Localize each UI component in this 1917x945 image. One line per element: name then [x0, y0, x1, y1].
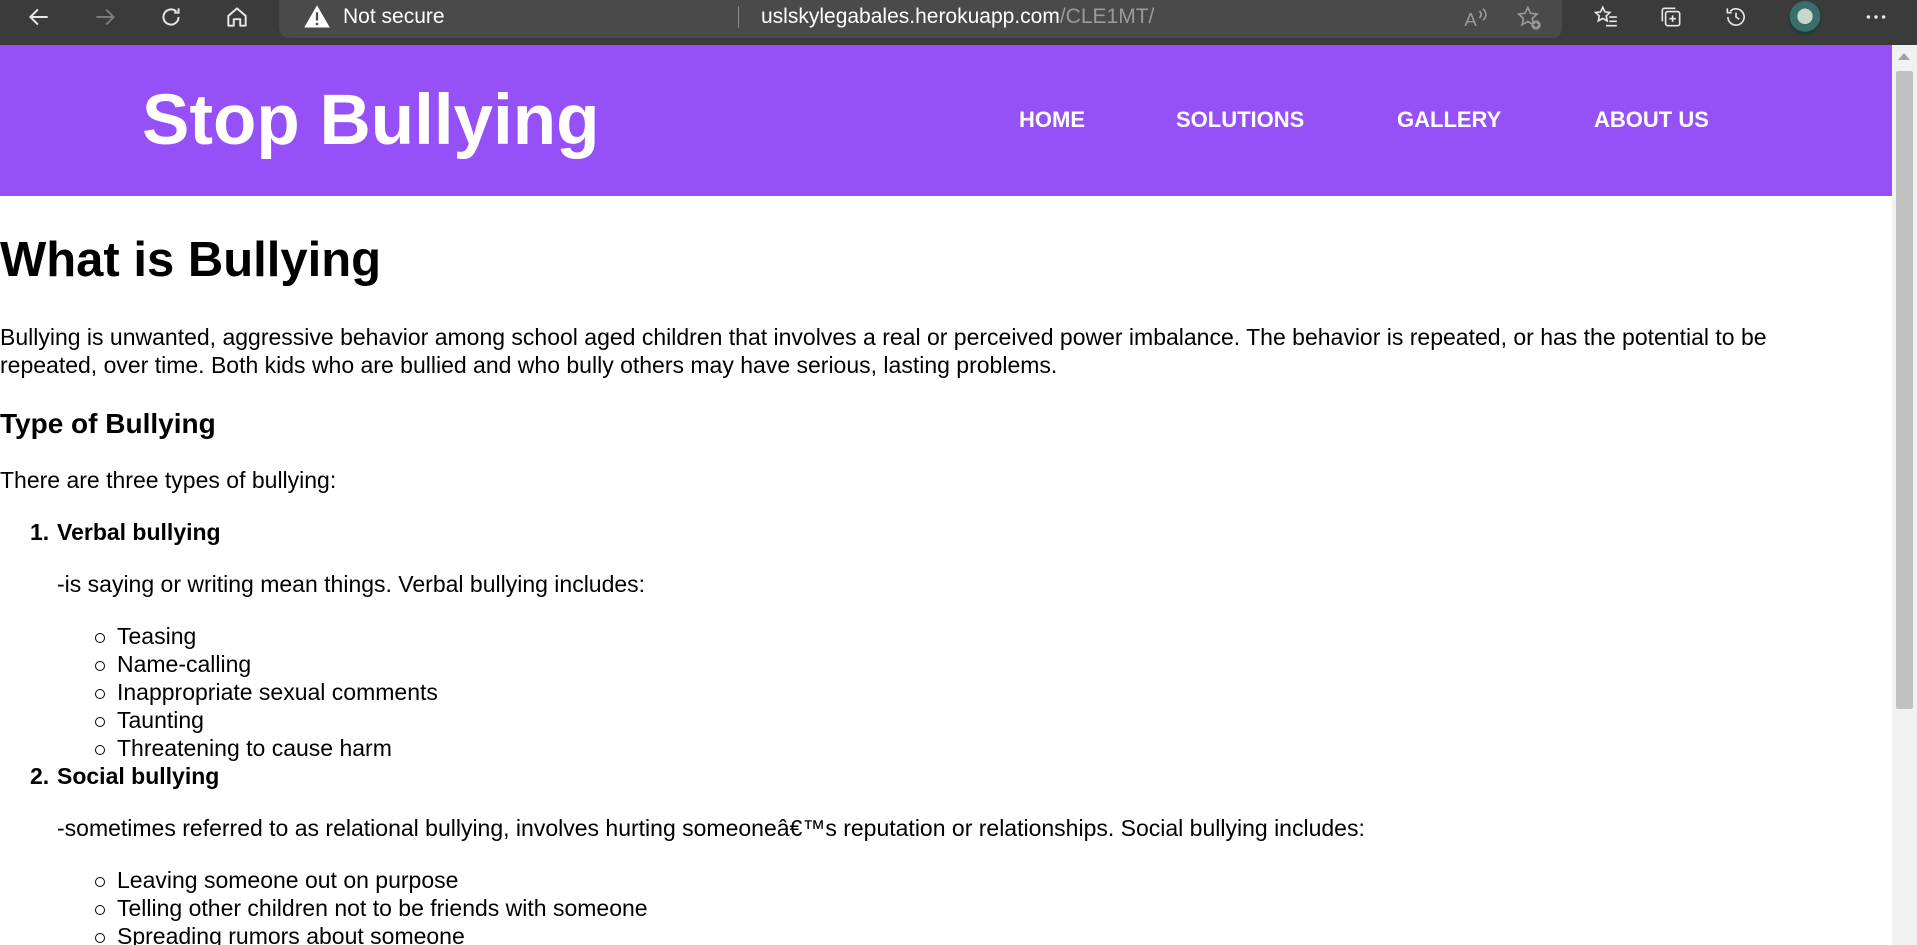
favorites-button[interactable] [1578, 0, 1634, 34]
list-bullet [95, 905, 105, 915]
list-item: Name-calling [117, 651, 252, 677]
intro-line-1: Bullying is unwanted, aggressive behavio… [0, 324, 1767, 350]
add-favorite-icon[interactable] [1515, 4, 1543, 32]
settings-menu-button[interactable] [1848, 0, 1904, 34]
list-bullet [95, 745, 105, 755]
more-dots-icon [1866, 15, 1886, 19]
back-button[interactable] [11, 0, 67, 34]
list-bullet [95, 877, 105, 887]
read-aloud-icon[interactable]: A [1462, 4, 1490, 32]
address-bar[interactable]: Not secure uslskylegabales.herokuapp.com… [279, 0, 1562, 38]
list-item: Teasing [117, 623, 197, 649]
site-header: Stop Bullying HOME SOLUTIONS GALLERY ABO… [0, 45, 1892, 196]
warning-icon [304, 5, 330, 28]
list-bullet [95, 717, 105, 727]
security-label[interactable]: Not secure [343, 4, 445, 30]
list-item: Taunting [117, 707, 204, 733]
home-icon [227, 7, 247, 27]
forward-button[interactable] [77, 0, 133, 34]
home-button[interactable] [209, 0, 265, 34]
type-2-name: Social bullying [57, 763, 220, 789]
list-bullet [95, 633, 105, 643]
vertical-scrollbar[interactable] [1892, 45, 1917, 945]
forward-arrow-icon [96, 8, 116, 26]
list-item: Spreading rumors about someone [117, 923, 465, 945]
address-divider [738, 6, 739, 28]
types-intro: There are three types of bullying: [0, 467, 337, 493]
nav-about-us-link[interactable]: ABOUT US [1594, 107, 1709, 133]
collections-button[interactable] [1643, 0, 1699, 34]
scroll-up-arrow-icon[interactable] [1898, 53, 1910, 60]
site-brand[interactable]: Stop Bullying [142, 81, 600, 161]
back-arrow-icon [28, 8, 48, 26]
browser-toolbar: Not secure uslskylegabales.herokuapp.com… [0, 0, 1917, 45]
list-item: Inappropriate sexual comments [117, 679, 438, 705]
intro-line-2: repeated, over time. Both kids who are b… [0, 352, 1058, 378]
history-icon [1726, 8, 1745, 26]
list-bullet [95, 661, 105, 671]
page-viewport: Stop Bullying HOME SOLUTIONS GALLERY ABO… [0, 45, 1892, 945]
refresh-icon [162, 8, 180, 26]
scrollbar-thumb[interactable] [1896, 71, 1913, 709]
nav-solutions-link[interactable]: SOLUTIONS [1176, 107, 1304, 133]
url-path: /CLE1MT/ [1059, 5, 1155, 28]
nav-gallery-link[interactable]: GALLERY [1397, 107, 1501, 133]
types-heading: Type of Bullying [0, 408, 216, 439]
profile-avatar[interactable] [1788, 1, 1822, 35]
svg-text:A: A [1464, 9, 1477, 30]
history-button[interactable] [1708, 0, 1764, 34]
collections-icon [1661, 7, 1681, 27]
nav-home-link[interactable]: HOME [1019, 107, 1085, 133]
type-2-description: -sometimes referred to as relational bul… [57, 815, 1365, 841]
list-item: Threatening to cause harm [117, 735, 392, 761]
list-bullet [95, 933, 105, 943]
list-bullet [95, 689, 105, 699]
type-1-number: 1. [30, 519, 50, 545]
refresh-button[interactable] [143, 0, 199, 34]
list-item: Leaving someone out on purpose [117, 867, 459, 893]
intro-paragraph: Bullying is unwanted, aggressive behavio… [0, 323, 1880, 379]
page-title: What is Bullying [0, 233, 382, 287]
type-1-name: Verbal bullying [57, 519, 221, 545]
list-item: Telling other children not to be friends… [117, 895, 648, 921]
type-1-description: -is saying or writing mean things. Verba… [57, 571, 646, 597]
favorites-icon [1593, 5, 1617, 27]
url-text[interactable]: uslskylegabales.herokuapp.com/CLE1MT/ [761, 4, 1154, 30]
url-host: uslskylegabales.herokuapp.com [761, 5, 1060, 28]
type-2-number: 2. [30, 763, 50, 789]
